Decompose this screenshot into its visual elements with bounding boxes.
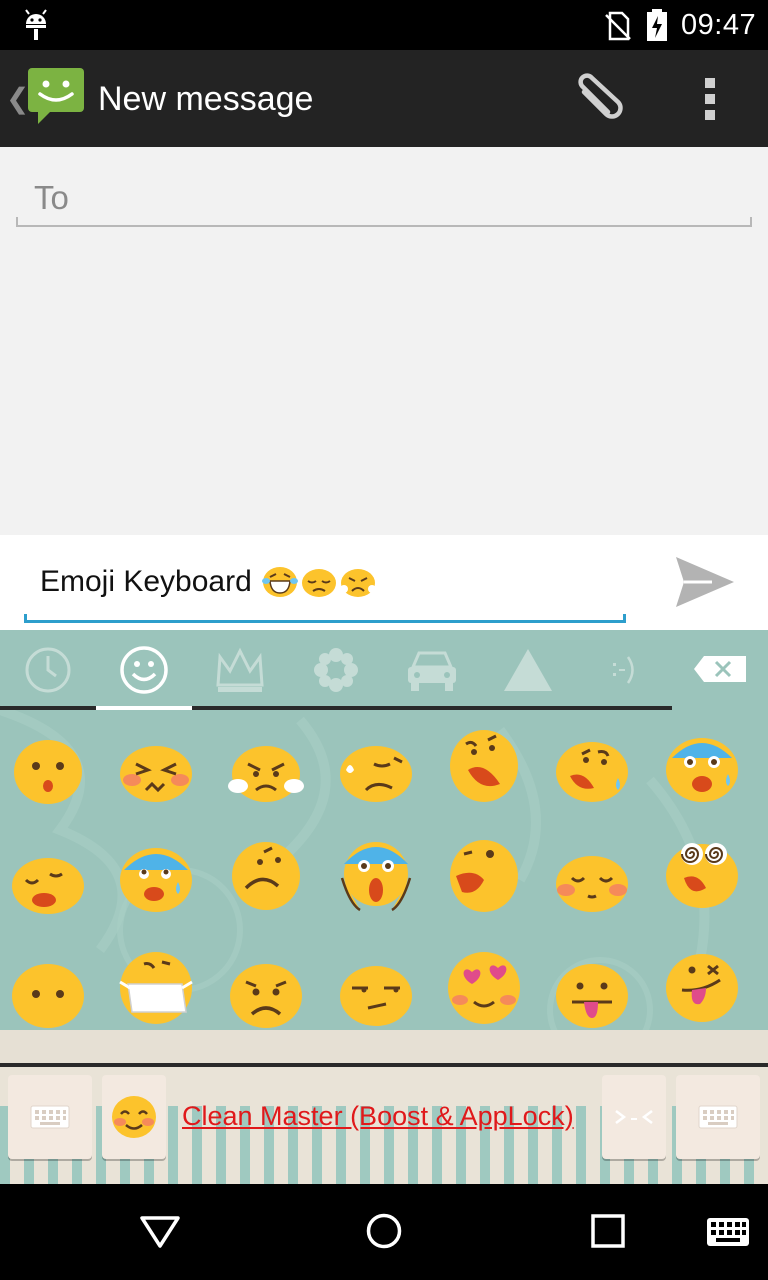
no-sim-icon bbox=[605, 11, 631, 41]
disappointed-relieved-emoji[interactable] bbox=[336, 730, 416, 810]
backspace-icon[interactable] bbox=[692, 654, 748, 684]
no-mouth-emoji[interactable] bbox=[8, 954, 88, 1034]
keyboard-bottom-bar: Clean Master (Boost & AppLock) bbox=[0, 1063, 768, 1184]
emoticon-icon bbox=[613, 656, 634, 684]
status-clock: 09:47 bbox=[681, 9, 757, 41]
category-underline bbox=[0, 706, 672, 710]
category-emoticons[interactable] bbox=[576, 638, 672, 702]
fearful-emoji[interactable] bbox=[662, 728, 742, 808]
recipient-placeholder: To bbox=[34, 179, 69, 216]
switch-to-keyboard-key[interactable] bbox=[8, 1075, 92, 1159]
category-objects[interactable] bbox=[192, 638, 288, 702]
keyboard-icon bbox=[698, 1105, 738, 1129]
action-bar: ❮ New message bbox=[0, 50, 768, 147]
emoticon-key-icon bbox=[615, 1110, 653, 1124]
category-places[interactable] bbox=[384, 638, 480, 702]
send-icon[interactable] bbox=[672, 553, 736, 611]
field-edge bbox=[623, 614, 626, 623]
keyboard-divider bbox=[0, 1063, 768, 1067]
hushed-emoji[interactable] bbox=[8, 730, 88, 810]
compose-area: To bbox=[0, 147, 768, 535]
overflow-menu-icon[interactable] bbox=[700, 76, 720, 122]
persevere-emoji[interactable] bbox=[8, 842, 88, 922]
heart-eyes-emoji[interactable] bbox=[444, 946, 524, 1026]
emoji-key[interactable] bbox=[102, 1075, 166, 1159]
back-icon[interactable] bbox=[138, 1214, 182, 1250]
battery-charging-icon bbox=[647, 9, 667, 41]
triumph-emoji bbox=[340, 569, 376, 597]
field-edge bbox=[24, 614, 27, 623]
emoji-category-bar bbox=[0, 630, 768, 710]
category-smileys[interactable] bbox=[96, 638, 192, 702]
flower-icon bbox=[314, 648, 358, 692]
active-category-indicator bbox=[96, 706, 192, 710]
cold-sweat-emoji[interactable] bbox=[116, 836, 196, 916]
frowning-eyebrow-emoji[interactable] bbox=[226, 832, 306, 912]
android-debug-icon bbox=[25, 9, 47, 40]
ad-link[interactable]: Clean Master (Boost & AppLock) bbox=[182, 1101, 574, 1132]
page-title: New message bbox=[98, 80, 314, 118]
car-icon bbox=[408, 651, 456, 691]
angry-steam-emoji[interactable] bbox=[226, 730, 306, 810]
category-recent[interactable] bbox=[0, 638, 96, 702]
home-icon[interactable] bbox=[364, 1211, 404, 1251]
messaging-app-icon[interactable] bbox=[24, 64, 88, 128]
confounded-emoji[interactable] bbox=[116, 730, 196, 810]
emoji-keyboard: Clean Master (Boost & AppLock) bbox=[0, 630, 768, 1184]
emoticon-key[interactable] bbox=[602, 1075, 666, 1159]
category-nature[interactable] bbox=[288, 638, 384, 702]
message-text: Emoji Keyboard bbox=[40, 565, 252, 598]
weary-emoji[interactable] bbox=[444, 724, 524, 804]
mask-emoji[interactable] bbox=[116, 948, 196, 1028]
attach-paperclip-icon[interactable] bbox=[570, 72, 630, 128]
message-inline-emojis bbox=[261, 563, 377, 599]
stuck-out-tongue-wink-emoji[interactable] bbox=[662, 946, 742, 1026]
unamused-emoji[interactable] bbox=[336, 954, 416, 1034]
dizzy-face-emoji[interactable] bbox=[662, 832, 742, 912]
tired-emoji[interactable] bbox=[552, 730, 632, 810]
switch-to-keyboard-key-right[interactable] bbox=[676, 1075, 760, 1159]
recipient-field[interactable]: To bbox=[16, 169, 752, 227]
smiley-icon bbox=[120, 646, 168, 694]
message-input[interactable]: Emoji Keyboard bbox=[24, 547, 626, 623]
worried-emoji[interactable] bbox=[226, 954, 306, 1034]
screen: 09:47 ❮ New message To Emoji Keyboard Cl… bbox=[0, 0, 768, 1280]
field-edge bbox=[16, 217, 18, 227]
triangle-icon bbox=[504, 649, 552, 691]
message-row: Emoji Keyboard bbox=[0, 535, 768, 630]
smiling-blush-icon bbox=[112, 1096, 156, 1138]
crown-icon bbox=[216, 647, 264, 692]
keyboard-icon bbox=[30, 1105, 70, 1129]
status-bar: 09:47 bbox=[0, 0, 768, 50]
tongue-emoji[interactable] bbox=[552, 954, 632, 1034]
navigation-bar bbox=[0, 1184, 768, 1280]
dizzy-wink-emoji[interactable] bbox=[444, 834, 524, 914]
scream-emoji[interactable] bbox=[336, 834, 416, 914]
clock-icon bbox=[25, 647, 71, 693]
field-edge bbox=[750, 217, 752, 227]
category-symbols[interactable] bbox=[480, 638, 576, 702]
pensive-emoji bbox=[302, 569, 336, 597]
tears-of-joy-emoji bbox=[262, 567, 298, 597]
recents-icon[interactable] bbox=[590, 1213, 626, 1249]
keyboard-switch-icon[interactable] bbox=[706, 1217, 750, 1247]
relieved-blush-emoji[interactable] bbox=[552, 840, 632, 920]
